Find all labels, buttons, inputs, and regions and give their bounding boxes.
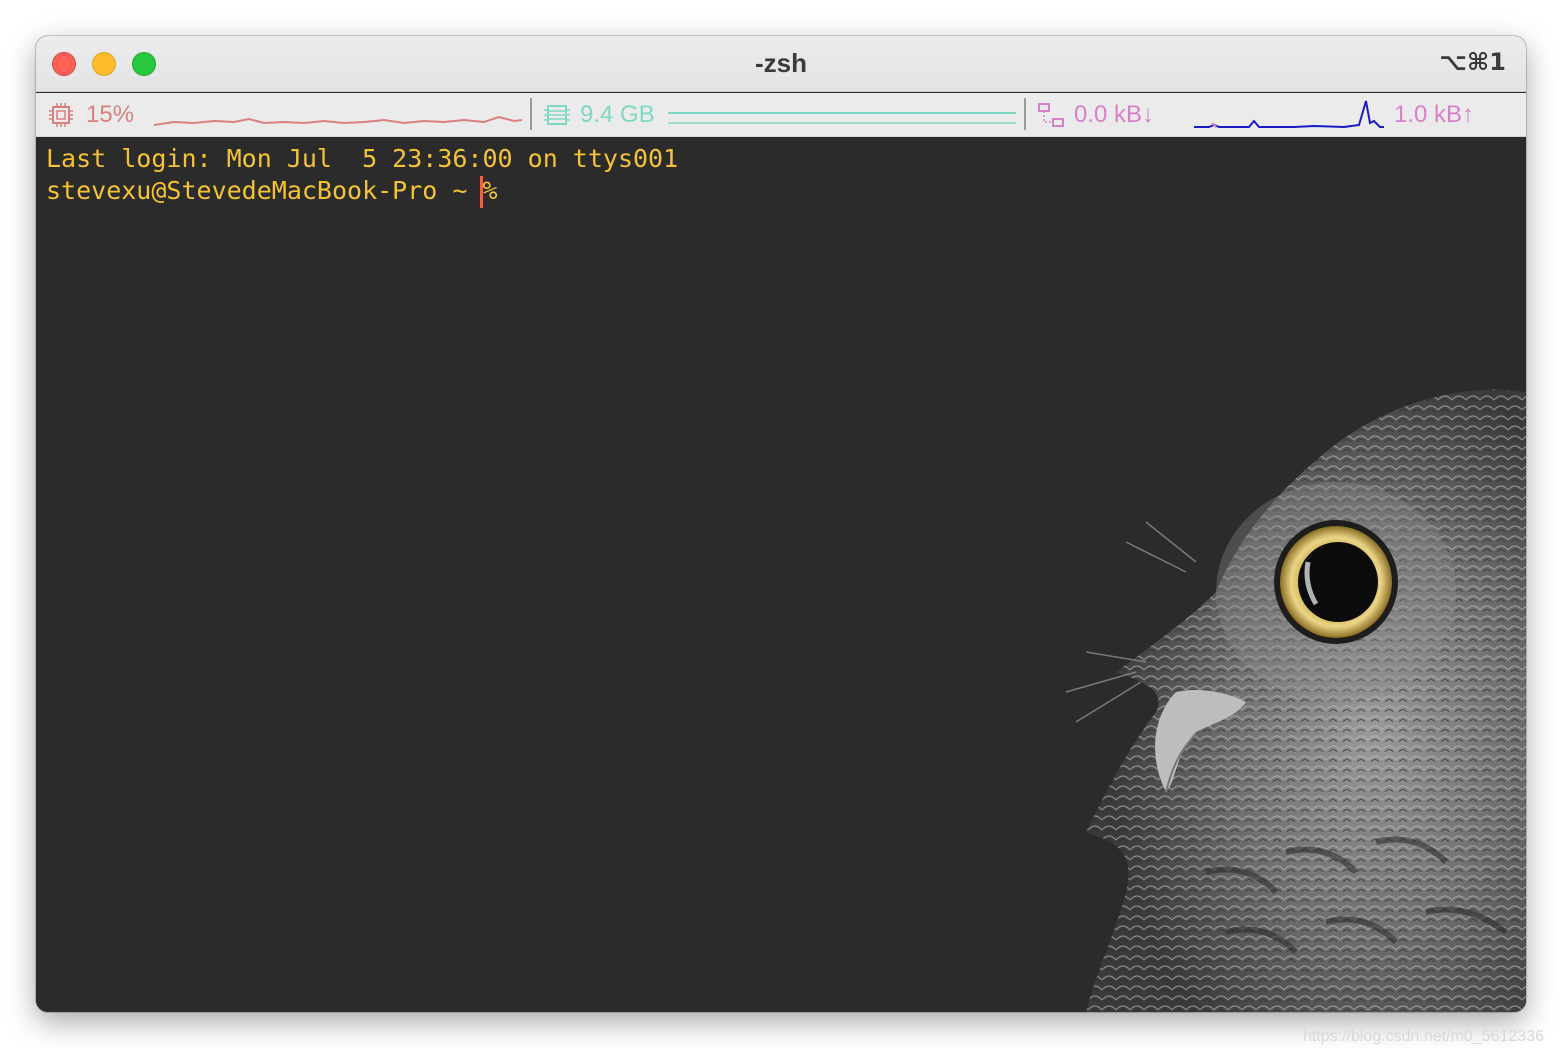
cpu-usage: 15% — [86, 101, 135, 128]
owl-illustration — [1065, 389, 1526, 1012]
network-graph — [1194, 100, 1384, 129]
title-bar[interactable]: -zsh ⌥⌘1 — [36, 36, 1526, 92]
memory-graph — [668, 112, 1016, 124]
separator — [530, 98, 532, 130]
status-bar: 15% 9.4 GB 0.0 kB↓ 1.0 kB↑ — [36, 93, 1526, 137]
tab-shortcut: ⌥⌘1 — [1439, 48, 1506, 76]
watermark: https://blog.csdn.net/m0_5612336 — [1302, 1028, 1544, 1045]
terminal-line-login: Last login: Mon Jul 5 23:36:00 on ttys00… — [46, 144, 679, 173]
window-title: -zsh — [755, 48, 807, 78]
network-download: 0.0 kB↓ — [1074, 101, 1155, 128]
text-cursor — [480, 176, 483, 208]
cpu-icon — [49, 103, 73, 127]
terminal-content[interactable]: Last login: Mon Jul 5 23:36:00 on ttys00… — [36, 138, 1526, 1012]
terminal-prompt: stevexu@StevedeMacBook-Pro ~ % — [46, 176, 513, 205]
terminal-window[interactable]: -zsh ⌥⌘1 15% 9.4 GB 0.0 kB↓ 1.0 kB↑ Last… — [36, 36, 1526, 1012]
network-icon — [1038, 103, 1064, 127]
network-upload: 1.0 kB↑ — [1394, 101, 1475, 128]
memory-usage: 9.4 GB — [580, 101, 655, 128]
cpu-graph — [154, 115, 522, 126]
separator — [1024, 98, 1026, 130]
memory-icon — [544, 105, 570, 125]
